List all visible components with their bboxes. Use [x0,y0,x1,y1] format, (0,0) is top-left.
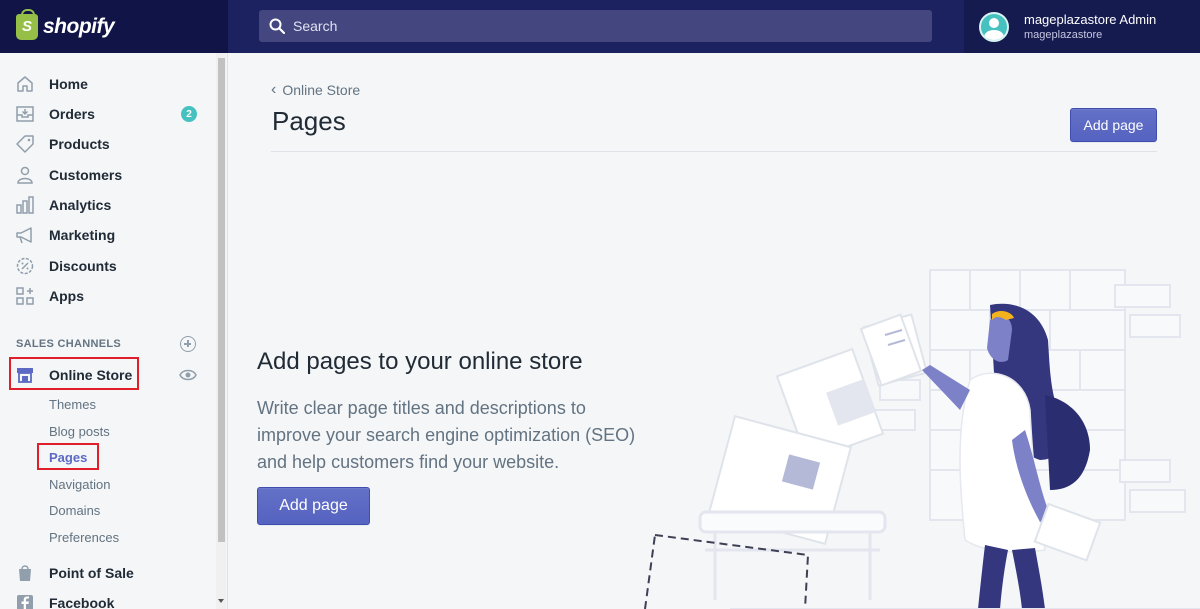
sidebar-item-label: Facebook [49,595,115,609]
search-input[interactable] [293,18,893,34]
chevron-left-icon: ‹ [271,81,277,98]
sidebar-item-facebook[interactable]: Facebook [15,591,114,609]
page-title: Pages [272,106,346,136]
sidebar-subitem-preferences[interactable]: Preferences [49,530,119,545]
avatar [979,11,1009,42]
sidebar-item-label: Products [49,136,110,152]
sidebar-scrollbar-thumb[interactable] [218,58,225,542]
empty-state-description: Write clear page titles and descriptions… [257,398,636,472]
user-store: mageplazastore [1024,28,1103,41]
breadcrumb[interactable]: ‹ Online Store [271,81,360,99]
add-sales-channel-button[interactable] [180,336,196,352]
sidebar-subitem-domains[interactable]: Domains [49,503,100,518]
sidebar-subitem-themes[interactable]: Themes [49,397,96,412]
brand-name: shopify [43,14,115,38]
sidebar-item-customers[interactable]: Customers [15,163,122,187]
megaphone-icon [16,227,32,244]
user-menu[interactable]: mageplazastore Admin mageplazastore [964,0,1200,53]
facebook-icon [17,595,33,609]
sidebar-item-label: Marketing [49,227,116,243]
sidebar-item-label: Analytics [49,197,112,213]
sidebar-subitem-blog-posts[interactable]: Blog posts [49,424,110,439]
tag-icon [16,135,34,153]
sidebar-item-label: Orders [49,106,95,122]
sidebar-item-apps[interactable]: Apps [15,284,84,308]
shopify-logo[interactable]: S shopify [0,0,228,53]
apps-icon [16,287,34,305]
sidebar-item-home[interactable]: Home [15,72,88,96]
pages-highlight [37,443,99,470]
search-bar[interactable] [259,10,932,42]
bar-chart-icon [16,196,34,214]
empty-state-illustration [644,269,1200,609]
shopify-bag-icon [19,565,31,581]
sidebar-item-orders[interactable]: Orders [15,102,95,126]
sidebar-item-label: Customers [49,167,123,183]
sidebar-item-label: Discounts [49,258,117,274]
add-page-button[interactable]: Add page [257,487,370,525]
top-bar: S shopify mageplazastore Admin mageplaza… [0,0,1200,53]
scroll-down-arrow-icon[interactable] [218,599,224,603]
header-divider [271,151,1157,152]
orders-icon [16,106,34,122]
eye-icon[interactable] [179,368,197,382]
sidebar-subitem-navigation[interactable]: Navigation [49,477,110,492]
online-store-highlight [9,357,139,390]
sidebar: Home Orders 2 Products Customers Analyti… [0,53,228,609]
sidebar-item-label: Home [49,76,88,92]
breadcrumb-label: Online Store [282,82,361,98]
user-name: mageplazastore Admin [1024,11,1157,27]
sidebar-item-point-of-sale[interactable]: Point of Sale [15,561,134,585]
sales-channels-title: SALES CHANNELS [16,338,122,350]
sidebar-item-discounts[interactable]: Discounts [15,254,117,278]
shopify-bag-icon: S [16,8,38,40]
orders-count-badge: 2 [181,106,197,122]
sidebar-item-marketing[interactable]: Marketing [15,223,115,247]
search-icon [269,18,285,34]
sidebar-item-label: Apps [49,288,84,304]
home-icon [17,76,33,92]
sidebar-item-label: Point of Sale [49,565,134,581]
add-page-button-header[interactable]: Add page [1070,108,1157,142]
empty-state-title: Add pages to your online store [257,348,583,375]
discount-icon [16,257,34,275]
sidebar-item-analytics[interactable]: Analytics [15,193,111,217]
sidebar-item-products[interactable]: Products [15,132,110,156]
person-icon [17,166,33,184]
